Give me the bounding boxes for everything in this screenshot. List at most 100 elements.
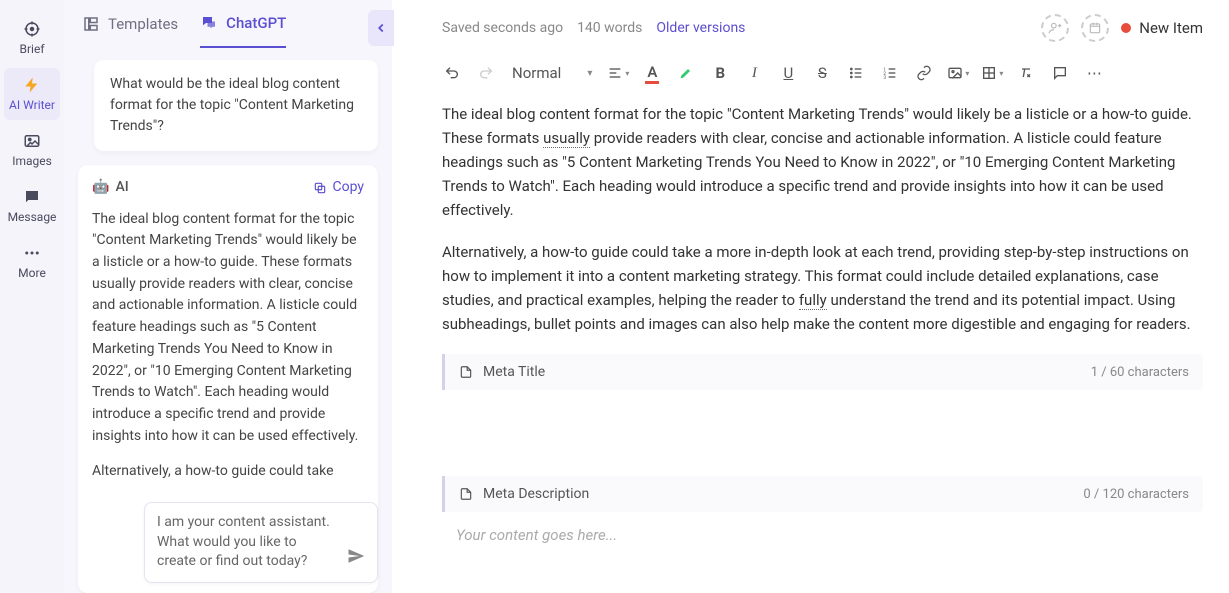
chat-panel: Templates ChatGPT What would be the idea…: [64, 0, 392, 593]
doc-paragraph[interactable]: The ideal blog content format for the to…: [442, 102, 1203, 222]
align-button[interactable]: ▾: [602, 58, 634, 88]
collapse-panel-button[interactable]: [368, 10, 394, 46]
chevron-down-icon: ▾: [625, 69, 629, 78]
ai-author: 🤖 AI: [92, 177, 129, 199]
nav-more[interactable]: More: [4, 236, 60, 288]
chevron-down-icon: ▾: [587, 68, 592, 79]
nav-label: Message: [8, 210, 57, 224]
copy-icon: [313, 181, 327, 195]
tab-templates[interactable]: Templates: [82, 14, 178, 48]
meta-desc-placeholder[interactable]: Your content goes here...: [456, 526, 1203, 544]
copy-button[interactable]: Copy: [313, 177, 364, 199]
user-plus-icon: [1048, 21, 1062, 35]
meta-title-label: Meta Title: [483, 364, 545, 380]
meta-desc-label: Meta Description: [483, 486, 589, 502]
undo-button[interactable]: [436, 58, 468, 88]
calendar-icon: [1088, 21, 1102, 35]
table-button[interactable]: ▾: [976, 58, 1008, 88]
ai-paragraph: The ideal blog content format for the to…: [92, 209, 364, 448]
paragraph-style-select[interactable]: Normal ▾: [504, 64, 600, 82]
bolt-icon: [23, 76, 41, 94]
nav-images[interactable]: Images: [4, 124, 60, 176]
status-dot-icon: [1121, 23, 1131, 33]
calendar-button[interactable]: [1081, 14, 1109, 42]
bullet-list-button[interactable]: [840, 58, 872, 88]
paragraph-style-label: Normal: [512, 64, 561, 82]
strikethrough-button[interactable]: S: [806, 58, 838, 88]
format-toolbar: Normal ▾ ▾ A B I U S 123 ▾ ▾ ⋯: [408, 50, 1213, 102]
ellipsis-icon: ⋯: [1087, 64, 1102, 82]
send-button[interactable]: [347, 547, 365, 572]
chevron-left-icon: [374, 21, 388, 35]
add-user-button[interactable]: [1041, 14, 1069, 42]
image-button[interactable]: ▾: [942, 58, 974, 88]
image-icon: [23, 132, 41, 150]
bullet-list-icon: [848, 65, 864, 81]
tab-label: Templates: [108, 15, 178, 33]
meta-desc-count: 0 / 120 characters: [1083, 487, 1189, 502]
underline-icon: U: [783, 64, 793, 82]
templates-icon: [82, 15, 100, 33]
text-color-button[interactable]: A: [636, 58, 668, 88]
highlight-button[interactable]: [670, 58, 702, 88]
comment-button[interactable]: [1044, 58, 1076, 88]
save-status: Saved seconds ago: [442, 20, 563, 36]
copy-label: Copy: [332, 177, 364, 199]
target-icon: [23, 20, 41, 38]
user-message-text: What would be the ideal blog content for…: [110, 76, 354, 134]
ai-message-body: The ideal blog content format for the to…: [92, 209, 364, 529]
editor-pane: Saved seconds ago 140 words Older versio…: [392, 0, 1229, 593]
clear-format-button[interactable]: [1010, 58, 1042, 88]
picture-icon: [947, 65, 963, 81]
spell-suggestion[interactable]: usually: [543, 129, 590, 148]
link-icon: [916, 65, 932, 81]
doc-paragraph[interactable]: Alternatively, a how-to guide could take…: [442, 240, 1203, 336]
redo-icon: [478, 65, 494, 81]
comment-icon: [1052, 65, 1068, 81]
chat-input[interactable]: I am your content assistant. What would …: [144, 502, 378, 583]
undo-icon: [444, 65, 460, 81]
document-icon: [459, 487, 473, 501]
redo-button[interactable]: [470, 58, 502, 88]
bold-button[interactable]: B: [704, 58, 736, 88]
spell-suggestion[interactable]: fully: [799, 291, 827, 310]
meta-title-row[interactable]: Meta Title 1 / 60 characters: [442, 354, 1203, 390]
nav-label: More: [18, 266, 46, 280]
chevron-down-icon: ▾: [965, 69, 969, 78]
document-icon: [459, 365, 473, 379]
older-versions-link[interactable]: Older versions: [656, 20, 745, 36]
underline-button[interactable]: U: [772, 58, 804, 88]
editor-topbar: Saved seconds ago 140 words Older versio…: [408, 0, 1213, 50]
clear-format-icon: [1018, 65, 1034, 81]
link-button[interactable]: [908, 58, 940, 88]
status-label: New Item: [1139, 19, 1203, 37]
chevron-down-icon: ▾: [999, 69, 1003, 78]
robot-icon: 🤖: [92, 177, 109, 199]
nav-label: Brief: [20, 42, 45, 56]
editor-content[interactable]: The ideal blog content format for the to…: [408, 102, 1213, 593]
nav-brief[interactable]: Brief: [4, 12, 60, 64]
nav-label: Images: [12, 154, 52, 168]
numbered-list-button[interactable]: 123: [874, 58, 906, 88]
ai-paragraph: Alternatively, a how-to guide could take: [92, 461, 364, 483]
strike-icon: S: [818, 64, 827, 82]
panel-tabs: Templates ChatGPT: [64, 0, 392, 48]
svg-text:3: 3: [884, 75, 887, 81]
text-color-icon: A: [645, 63, 659, 84]
tab-chatgpt[interactable]: ChatGPT: [200, 14, 286, 48]
meta-description-row[interactable]: Meta Description 0 / 120 characters: [442, 476, 1203, 512]
bold-icon: B: [716, 64, 726, 82]
marker-icon: [678, 65, 694, 81]
align-left-icon: [607, 65, 623, 81]
send-icon: [347, 547, 365, 565]
word-count: 140 words: [577, 20, 642, 36]
nav-label: AI Writer: [9, 98, 55, 112]
nav-message[interactable]: Message: [4, 180, 60, 232]
nav-ai-writer[interactable]: AI Writer: [4, 68, 60, 120]
more-icon: [23, 244, 41, 262]
left-nav: Brief AI Writer Images Message More: [0, 0, 64, 593]
more-tools-button[interactable]: ⋯: [1078, 58, 1110, 88]
italic-button[interactable]: I: [738, 58, 770, 88]
status-new-item[interactable]: New Item: [1121, 19, 1203, 37]
chat-placeholder: I am your content assistant. What would …: [157, 514, 330, 569]
